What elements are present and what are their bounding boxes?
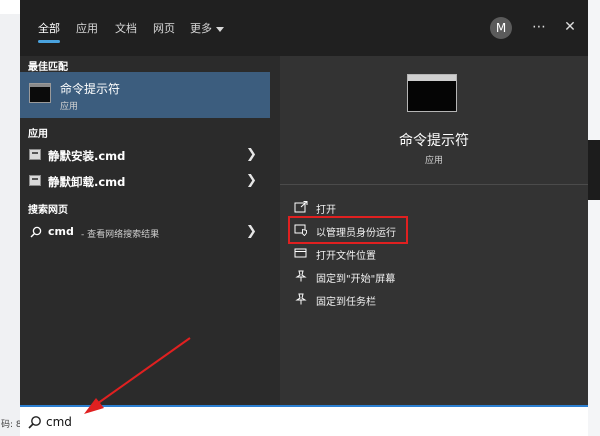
action-pin-to-start[interactable]: 固定到"开始"屏幕 <box>294 266 574 288</box>
action-label: 打开文件位置 <box>316 251 376 262</box>
tab-more[interactable]: 更多 <box>190 20 224 36</box>
apps-heading: 应用 <box>28 129 48 140</box>
cmd-file-icon <box>29 149 41 160</box>
background-left-strip <box>0 0 20 436</box>
tab-apps[interactable]: 应用 <box>76 20 98 36</box>
best-match-title: 命令提示符 <box>60 82 121 96</box>
background-dark-band <box>587 140 600 200</box>
annotation-highlight-box <box>288 216 408 244</box>
action-label: 固定到任务栏 <box>316 297 376 308</box>
action-open-file-location[interactable]: 打开文件位置 <box>294 243 574 265</box>
app-result-uninstall[interactable]: 静默卸载.cmd ❯ <box>20 169 270 193</box>
web-search-description: - 查看网络搜索结果 <box>81 230 160 240</box>
open-icon <box>294 201 308 213</box>
best-match-item[interactable]: 命令提示符 应用 <box>20 72 270 118</box>
search-tabs-bar: 全部 应用 文档 网页 更多 M ⋯ ✕ <box>20 0 588 56</box>
action-pin-to-taskbar[interactable]: 固定到任务栏 <box>294 289 574 311</box>
cmd-file-icon <box>29 175 41 186</box>
pin-icon <box>295 270 307 282</box>
search-bar[interactable] <box>20 405 588 436</box>
search-icon <box>28 416 41 429</box>
app-result-install[interactable]: 静默安装.cmd ❯ <box>20 143 270 167</box>
tab-documents[interactable]: 文档 <box>115 20 137 36</box>
background-footer-text: 码: 8 <box>0 405 20 436</box>
pin-icon <box>295 293 307 305</box>
chevron-right-icon[interactable]: ❯ <box>246 173 257 188</box>
tab-web[interactable]: 网页 <box>153 20 175 36</box>
app-result-label: 静默安装.cmd <box>48 149 126 163</box>
close-icon[interactable]: ✕ <box>560 16 580 38</box>
web-search-result[interactable]: cmd - 查看网络搜索结果 ❯ <box>20 220 270 244</box>
tab-all[interactable]: 全部 <box>38 20 60 36</box>
file-location-icon <box>294 248 307 258</box>
app-result-label: 静默卸载.cmd <box>48 175 126 189</box>
search-icon <box>30 226 42 238</box>
detail-divider <box>280 184 588 185</box>
web-search-heading: 搜索网页 <box>28 205 68 216</box>
detail-subtitle: 应用 <box>424 156 443 166</box>
ellipsis-icon[interactable]: ⋯ <box>529 16 549 38</box>
action-label: 固定到"开始"屏幕 <box>316 274 396 285</box>
best-match-subtitle: 应用 <box>60 102 79 112</box>
action-label: 打开 <box>316 205 336 216</box>
chevron-right-icon[interactable]: ❯ <box>246 147 257 162</box>
web-search-query: cmd <box>48 225 74 238</box>
best-match-heading: 最佳匹配 <box>28 62 68 73</box>
start-search-panel: 全部 应用 文档 网页 更多 M ⋯ ✕ 最佳匹配 命令提示符 应用 应用 静默… <box>20 0 588 405</box>
background-top-left <box>0 0 20 14</box>
background-right-strip <box>587 0 600 436</box>
chevron-down-icon <box>216 26 224 32</box>
tab-more-label: 更多 <box>190 22 212 35</box>
chevron-right-icon[interactable]: ❯ <box>246 224 257 239</box>
result-detail-pane: 命令提示符 应用 打开 以管理员身份运行 打开文件位置 固定到"开始"屏幕 固定… <box>280 56 588 405</box>
active-tab-indicator <box>38 40 60 43</box>
command-prompt-large-icon <box>407 74 457 112</box>
user-avatar[interactable]: M <box>490 17 512 39</box>
command-prompt-icon <box>29 83 51 103</box>
search-input[interactable] <box>46 411 446 433</box>
detail-title: 命令提示符 <box>399 133 469 149</box>
